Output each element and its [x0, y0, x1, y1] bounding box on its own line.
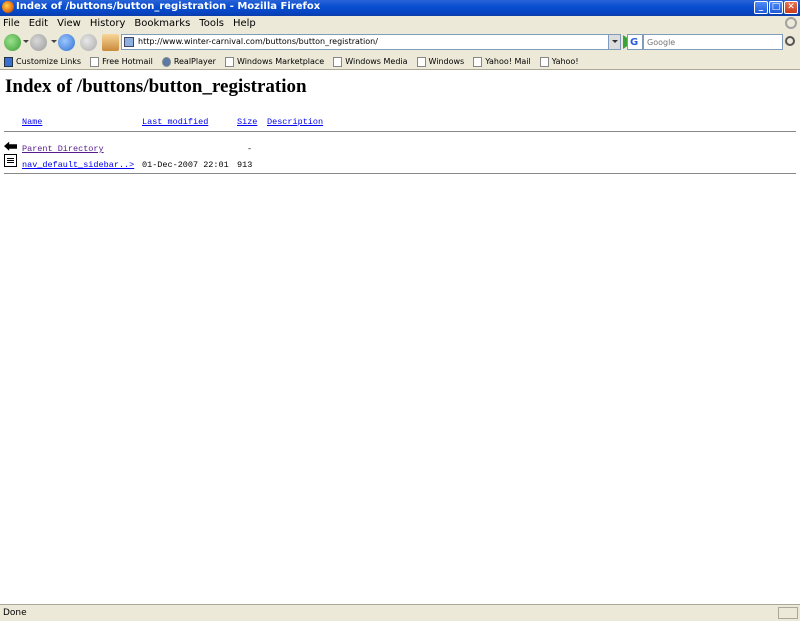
column-header-description[interactable]: Description [267, 117, 323, 127]
title-bar: Index of /buttons/button_registration - … [0, 0, 800, 16]
menu-bookmarks[interactable]: Bookmarks [134, 18, 190, 29]
status-bar: Done [0, 604, 800, 621]
page-icon [224, 56, 234, 67]
bookmark-label: Customize Links [16, 57, 82, 66]
menu-tools[interactable]: Tools [199, 18, 224, 29]
url-history-dropdown-icon[interactable] [608, 35, 620, 49]
column-header-last-modified[interactable]: Last modified [142, 117, 208, 127]
column-header-name[interactable]: Name [22, 117, 42, 127]
msn-icon [4, 56, 13, 67]
table-row-size: 913 [237, 160, 253, 170]
table-row-size: - [247, 144, 253, 154]
page-icon [473, 56, 483, 67]
menu-view[interactable]: View [57, 18, 81, 29]
menu-help[interactable]: Help [233, 18, 256, 29]
file-link[interactable]: nav_default_sidebar..> [22, 160, 134, 170]
bookmark-label: Yahoo! [551, 57, 579, 66]
window-controls: _ □ ✕ [754, 1, 798, 14]
search-input[interactable] [644, 36, 774, 49]
firefox-icon [2, 1, 14, 13]
menu-bar: File Edit View History Bookmarks Tools H… [0, 16, 800, 31]
bookmark-realplayer[interactable]: RealPlayer [161, 56, 216, 67]
forward-history-dropdown-icon[interactable] [51, 40, 57, 43]
header-divider [4, 131, 796, 132]
page-icon [333, 56, 343, 67]
bookmark-label: Yahoo! Mail [485, 57, 531, 66]
back-arrow-icon[interactable] [4, 34, 21, 51]
page-icon [416, 56, 426, 67]
bookmark-label: Windows Media [345, 57, 408, 66]
bookmark-label: RealPlayer [173, 57, 216, 66]
reload-icon[interactable] [58, 34, 75, 51]
text-file-icon [4, 154, 17, 167]
table-row-modified: 01-Dec-2007 22:01 [142, 160, 229, 170]
page-icon [539, 56, 549, 67]
stop-icon[interactable] [80, 34, 97, 51]
table-row-name: nav_default_sidebar..> [22, 160, 134, 170]
bookmark-label: Free Hotmail [102, 57, 153, 66]
status-text: Done [3, 608, 27, 618]
page-heading: Index of /buttons/button_registration [5, 76, 307, 97]
menu-edit[interactable]: Edit [29, 18, 48, 29]
back-history-dropdown-icon[interactable] [23, 40, 29, 43]
column-header-size[interactable]: Size [237, 117, 257, 127]
back-icon [4, 141, 17, 151]
forward-arrow-icon[interactable] [30, 34, 47, 51]
site-favicon-icon [124, 37, 134, 47]
search-icon[interactable] [785, 36, 795, 46]
page-icon [90, 56, 100, 67]
bookmark-windows-media[interactable]: Windows Media [333, 56, 408, 67]
bookmark-label: Windows Marketplace [236, 57, 325, 66]
bookmark-yahoo-mail[interactable]: Yahoo! Mail [473, 56, 531, 67]
search-engine-selector[interactable]: G [627, 34, 643, 50]
close-button[interactable]: ✕ [784, 1, 798, 14]
bookmark-customize-links[interactable]: Customize Links [4, 56, 82, 67]
minimize-button[interactable]: _ [754, 1, 768, 14]
navigation-toolbar: http://www.winter-carnival.com/buttons/b… [0, 31, 800, 54]
bookmark-windows-marketplace[interactable]: Windows Marketplace [224, 56, 325, 67]
footer-divider [4, 173, 796, 174]
bookmark-free-hotmail[interactable]: Free Hotmail [90, 56, 153, 67]
address-url[interactable]: http://www.winter-carnival.com/buttons/b… [138, 37, 378, 46]
bookmark-yahoo[interactable]: Yahoo! [539, 56, 579, 67]
bookmark-windows[interactable]: Windows [416, 56, 465, 67]
menu-file[interactable]: File [3, 18, 20, 29]
menu-history[interactable]: History [90, 18, 126, 29]
search-box[interactable] [643, 34, 783, 50]
bookmark-label: Windows [428, 57, 465, 66]
realplayer-icon [161, 56, 171, 67]
throbber-icon [785, 17, 797, 29]
parent-directory-link[interactable]: Parent Directory [22, 144, 104, 154]
google-icon: G [630, 37, 639, 48]
table-row-name: Parent Directory [22, 144, 104, 154]
address-bar[interactable]: http://www.winter-carnival.com/buttons/b… [121, 34, 621, 50]
maximize-button[interactable]: □ [769, 1, 783, 14]
bookmarks-toolbar: Customize Links Free Hotmail RealPlayer … [0, 54, 800, 70]
status-panel [778, 607, 798, 619]
page-content: Index of /buttons/button_registration Na… [0, 71, 800, 604]
home-icon[interactable] [102, 34, 119, 51]
window-title: Index of /buttons/button_registration - … [16, 1, 321, 12]
